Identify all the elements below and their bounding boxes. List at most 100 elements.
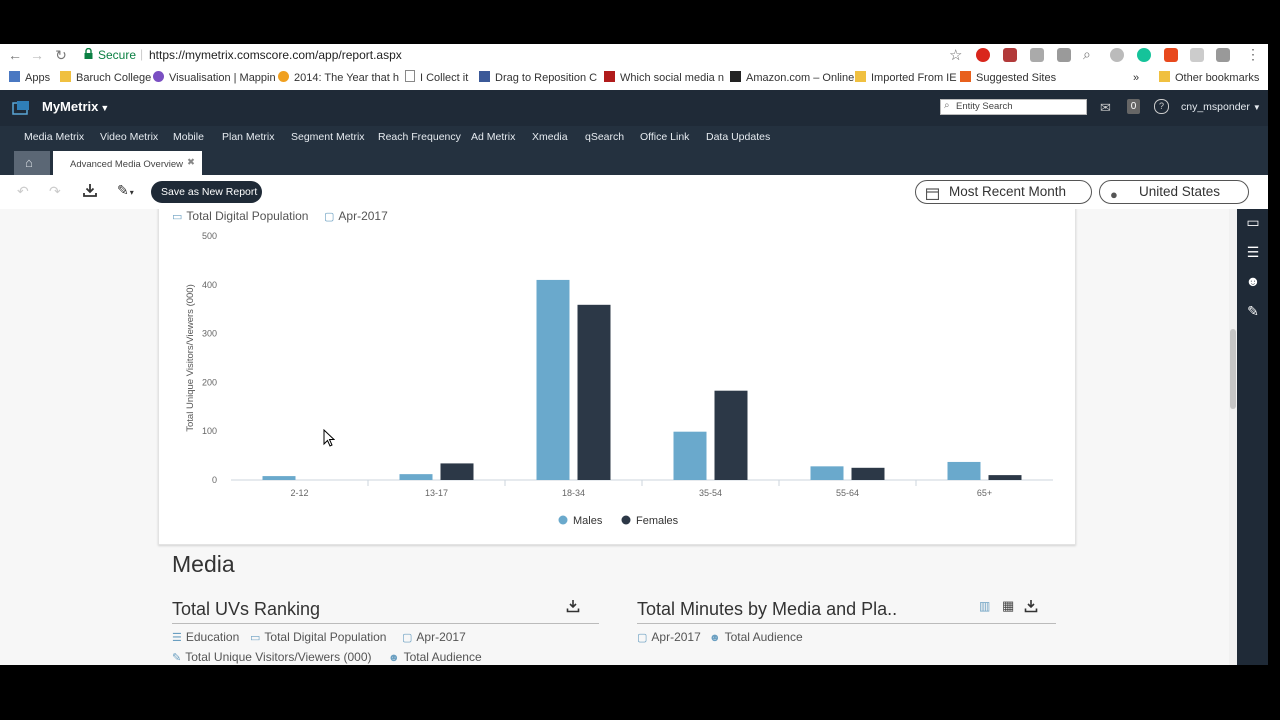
- extension-evernote-icon[interactable]: [1003, 48, 1017, 62]
- bookmark-item[interactable]: Visualisation | Mappin: [153, 70, 276, 86]
- bookmark-item[interactable]: Baruch College: [60, 70, 151, 86]
- app-header: MyMetrix ▼ ⌕ Entity Search ✉ 0 ? cny_mspo…: [0, 90, 1268, 126]
- meta-date: ▢ Apr-2017: [402, 630, 466, 644]
- bookmark-item[interactable]: Which social media n: [604, 70, 724, 86]
- globe-icon: ●: [1110, 187, 1118, 202]
- nav-video-metrix[interactable]: Video Metrix: [100, 131, 158, 143]
- browser-menu-icon[interactable]: ⋮: [1246, 46, 1260, 63]
- lock-icon: [84, 47, 93, 59]
- user-menu[interactable]: cny_msponder ▼: [1181, 101, 1261, 113]
- country-selector[interactable]: ● United States: [1099, 180, 1249, 204]
- bookmark-item[interactable]: I Collect it: [405, 70, 468, 86]
- nav-office-link[interactable]: Office Link: [640, 131, 689, 143]
- monitor-icon[interactable]: ▭: [1243, 214, 1263, 232]
- bookmark-item[interactable]: Suggested Sites: [960, 70, 1056, 86]
- folder-icon: [60, 71, 71, 82]
- download-icon[interactable]: [83, 183, 97, 197]
- nav-ad-metrix[interactable]: Ad Metrix: [471, 131, 515, 143]
- extension-camera-icon[interactable]: [1216, 48, 1230, 62]
- bar-chart-icon[interactable]: ▥: [979, 599, 990, 613]
- bookmark-item[interactable]: Drag to Reposition C: [479, 70, 597, 86]
- x-tick-label: 18-34: [562, 488, 585, 498]
- users-icon[interactable]: ☻: [1243, 273, 1263, 291]
- meta-metric: ✎ Total Unique Visitors/Viewers (000): [172, 650, 372, 664]
- pin-icon[interactable]: ✎▾: [117, 182, 134, 199]
- help-icon[interactable]: ?: [1154, 99, 1169, 114]
- nav-reach-frequency[interactable]: Reach Frequency: [378, 131, 461, 143]
- extension-gray2-icon[interactable]: [1190, 48, 1204, 62]
- tab-advanced-media-overview[interactable]: Advanced Media Overview ✖: [53, 151, 202, 175]
- forward-icon[interactable]: →: [28, 47, 46, 63]
- extension-pocket-icon[interactable]: [1030, 48, 1044, 62]
- divider: [637, 623, 1056, 624]
- folder-icon: [1159, 71, 1170, 82]
- demographics-bar-chart: Total Unique Visitors/Viewers (000) 0 100 2…: [185, 231, 1053, 527]
- y-tick-label: 200: [202, 377, 217, 387]
- extension-grammarly-icon[interactable]: [1137, 48, 1151, 62]
- nav-xmedia[interactable]: Xmedia: [532, 131, 568, 143]
- meta-audience: ☻ Total Audience: [388, 650, 482, 664]
- nav-plan-metrix[interactable]: Plan Metrix: [222, 131, 275, 143]
- extension-gray-icon[interactable]: [1057, 48, 1071, 62]
- download-icon[interactable]: [566, 599, 580, 613]
- users-icon: ☻: [388, 652, 400, 664]
- right-tool-rail: ▭ ☰ ☻ ✎: [1237, 209, 1268, 665]
- extension-search-icon[interactable]: ⌕: [1083, 46, 1091, 63]
- meta-audience: ☻ Total Audience: [709, 630, 803, 644]
- nav-mobile[interactable]: Mobile: [173, 131, 204, 143]
- chevron-down-icon: ▼: [1252, 103, 1261, 112]
- redo-icon[interactable]: ↷: [49, 183, 61, 200]
- bar-males: [536, 279, 570, 480]
- nav-qsearch[interactable]: qSearch: [585, 131, 624, 143]
- apps-grid-icon: [9, 71, 20, 82]
- scrollbar[interactable]: [1229, 209, 1237, 665]
- site-icon: [604, 71, 615, 82]
- bar-females: [440, 463, 474, 480]
- meta-population: ▭ Total Digital Population: [250, 630, 387, 644]
- inbox-icon[interactable]: ✉: [1100, 100, 1111, 116]
- x-tick-label: 13-17: [425, 488, 448, 498]
- site-icon: [153, 71, 164, 82]
- brand-menu[interactable]: MyMetrix ▼: [42, 99, 109, 114]
- facebook-icon: [479, 71, 490, 82]
- back-icon[interactable]: ←: [6, 47, 24, 63]
- close-icon[interactable]: ✖: [187, 157, 195, 168]
- scrollbar-thumb[interactable]: [1230, 329, 1236, 409]
- y-tick-label: 300: [202, 329, 217, 339]
- bookmark-item[interactable]: Amazon.com – Online: [730, 70, 854, 86]
- bookmark-item[interactable]: Imported From IE: [855, 70, 957, 86]
- extension-office-icon[interactable]: [1164, 48, 1178, 62]
- bookmark-apps[interactable]: Apps: [9, 70, 50, 86]
- chevron-down-icon: ▼: [100, 103, 110, 113]
- mouse-cursor-icon: [323, 429, 335, 447]
- other-bookmarks[interactable]: Other bookmarks: [1159, 70, 1259, 86]
- notification-badge[interactable]: 0: [1127, 99, 1140, 114]
- table-icon[interactable]: ▦: [1002, 598, 1014, 614]
- media-heading: Media: [172, 551, 235, 577]
- extension-skype-icon[interactable]: [1110, 48, 1124, 62]
- main-nav: Media Metrix Video Metrix Mobile Plan Me…: [0, 126, 1268, 150]
- download-icon[interactable]: [1024, 599, 1038, 613]
- bookmark-star-icon[interactable]: ☆: [949, 46, 962, 64]
- entity-search-input[interactable]: ⌕ Entity Search: [940, 99, 1087, 115]
- extension-lastpass-icon[interactable]: [976, 48, 990, 62]
- x-tick-label: 2-12: [290, 488, 308, 498]
- nav-data-updates[interactable]: Data Updates: [706, 131, 770, 143]
- bookmark-overflow[interactable]: »: [1133, 70, 1139, 86]
- ruler-icon[interactable]: ✎: [1243, 303, 1263, 321]
- monitor-icon: ▭: [250, 632, 261, 644]
- period-selector[interactable]: Most Recent Month: [915, 180, 1092, 204]
- x-tick-label: 65+: [977, 488, 992, 498]
- y-tick-label: 100: [202, 426, 217, 436]
- list-icon[interactable]: ☰: [1243, 244, 1263, 262]
- nav-segment-metrix[interactable]: Segment Metrix: [291, 131, 365, 143]
- bookmark-item[interactable]: 2014: The Year that h: [278, 70, 399, 86]
- home-tab[interactable]: ⌂: [14, 151, 50, 175]
- undo-icon[interactable]: ↶: [17, 183, 29, 200]
- bar-females: [714, 390, 748, 480]
- save-as-new-report-button[interactable]: Save as New Report: [151, 181, 262, 203]
- reload-icon[interactable]: ↻: [52, 47, 70, 63]
- nav-media-metrix[interactable]: Media Metrix: [24, 131, 84, 143]
- legend-marker: [558, 515, 568, 525]
- url-text[interactable]: https://mymetrix.comscore.com/app/report…: [149, 48, 402, 62]
